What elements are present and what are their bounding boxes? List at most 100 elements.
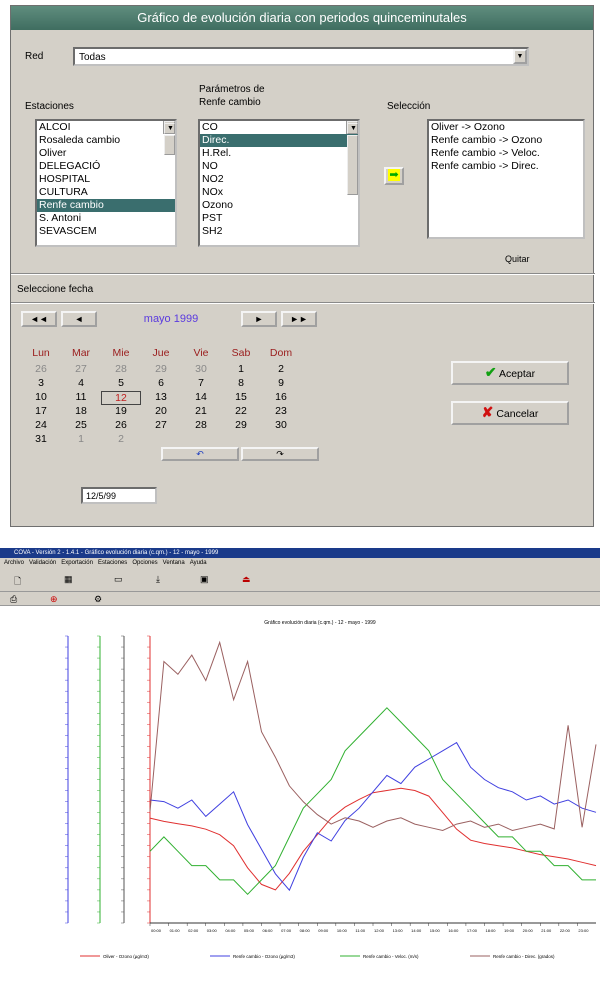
station-item[interactable]: ALCOI — [37, 121, 175, 134]
calendar-day[interactable]: 20 — [141, 405, 181, 417]
parameter-item[interactable]: NO2 — [200, 173, 358, 186]
menu-item[interactable]: Ventana — [163, 560, 185, 566]
calendar-day[interactable]: 2 — [261, 363, 301, 375]
stations-scrollbar[interactable]: ▲ ▼ — [163, 121, 175, 155]
selection-item[interactable]: Renfe cambio -> Ozono — [429, 134, 583, 147]
selection-item[interactable]: Renfe cambio -> Direc. — [429, 160, 583, 173]
calendar-day[interactable]: 28 — [101, 363, 141, 375]
calendar-day[interactable]: 15 — [221, 391, 261, 403]
calendar-day[interactable]: 18 — [61, 405, 101, 417]
prev-month-button[interactable]: ◄ — [61, 311, 97, 327]
calendar-day[interactable]: 6 — [141, 377, 181, 389]
calendar-day[interactable]: 8 — [221, 377, 261, 389]
station-item[interactable]: S. Antoni — [37, 212, 175, 225]
calendar-day[interactable]: 2 — [101, 433, 141, 445]
station-item[interactable]: DELEGACIÓ — [37, 160, 175, 173]
station-item[interactable]: CULTURA — [37, 186, 175, 199]
calendar-day[interactable]: 26 — [21, 363, 61, 375]
calendar-undo-button[interactable]: ↶ — [161, 447, 239, 461]
calendar-day[interactable]: 4 — [61, 377, 101, 389]
calendar-day[interactable]: 12 — [101, 391, 141, 405]
scroll-thumb[interactable] — [164, 135, 175, 155]
calendar-day[interactable]: 11 — [61, 391, 101, 403]
chart-icon[interactable]: ▦ — [64, 574, 73, 585]
calendar-day[interactable]: 28 — [181, 419, 221, 431]
settings-icon[interactable]: ⚙ — [94, 594, 102, 605]
parameter-item[interactable]: CO — [200, 121, 358, 134]
calendar-day[interactable]: 9 — [261, 377, 301, 389]
calendar-day[interactable]: 30 — [261, 419, 301, 431]
menu-item[interactable]: Exportación — [61, 560, 93, 566]
parameter-item[interactable]: PST — [200, 212, 358, 225]
menu-item[interactable]: Estaciones — [98, 560, 127, 566]
calendar-day[interactable]: 29 — [221, 419, 261, 431]
calendar-day[interactable]: 27 — [61, 363, 101, 375]
cancel-button[interactable]: ✘ Cancelar — [451, 401, 569, 425]
calendar-day[interactable]: 21 — [181, 405, 221, 417]
parameter-item[interactable]: H.Rel. — [200, 147, 358, 160]
calendar-day[interactable]: 16 — [261, 391, 301, 403]
parameter-item[interactable]: Ozono — [200, 199, 358, 212]
scroll-thumb[interactable] — [347, 135, 358, 195]
selection-item[interactable]: Oliver -> Ozono — [429, 121, 583, 134]
red-select[interactable]: Todas ▼ — [73, 47, 529, 66]
parameter-item[interactable]: NOx — [200, 186, 358, 199]
date-field[interactable]: 12/5/99 — [81, 487, 157, 504]
parameter-item[interactable]: SH2 — [200, 225, 358, 238]
scroll-down-icon[interactable]: ▼ — [347, 123, 358, 134]
calendar-day[interactable]: 27 — [141, 419, 181, 431]
calendar-redo-button[interactable]: ↷ — [241, 447, 319, 461]
zoom-icon[interactable]: ⊕ — [50, 594, 58, 605]
calendar-day[interactable]: 31 — [21, 433, 61, 445]
chevron-down-icon[interactable]: ▼ — [513, 49, 527, 64]
station-item[interactable]: Renfe cambio — [37, 199, 175, 212]
selection-item[interactable]: Renfe cambio -> Veloc. — [429, 147, 583, 160]
station-item[interactable]: HOSPITAL — [37, 173, 175, 186]
series-line — [149, 741, 597, 892]
calendar-day[interactable]: 3 — [21, 377, 61, 389]
parameter-item[interactable]: NO — [200, 160, 358, 173]
selection-listbox[interactable]: Oliver -> Ozono Renfe cambio -> Ozono Renf… — [427, 119, 585, 239]
station-item[interactable]: SEVASCEM — [37, 225, 175, 238]
calendar-day[interactable]: 13 — [141, 391, 181, 403]
menu-item[interactable]: Opciones — [132, 560, 157, 566]
calendar-day[interactable]: 10 — [21, 391, 61, 403]
accept-button[interactable]: ✔ Aceptar — [451, 361, 569, 385]
calendar-day[interactable]: 5 — [101, 377, 141, 389]
station-item[interactable]: Rosaleda cambio — [37, 134, 175, 147]
calendar-day[interactable]: 1 — [61, 433, 101, 445]
window-icon[interactable]: ▭ — [114, 574, 123, 585]
stations-listbox[interactable]: ALCOI Rosaleda cambio Oliver DELEGACIÓ HOSPI… — [35, 119, 177, 247]
station-item[interactable]: Oliver — [37, 147, 175, 160]
parameters-scrollbar[interactable]: ▲ ▼ — [346, 121, 358, 195]
parameter-item[interactable]: Direc. — [200, 134, 358, 147]
exit-icon[interactable]: ⏏ — [242, 574, 251, 585]
save-icon[interactable]: ▣ — [200, 574, 209, 585]
menu-item[interactable]: Validación — [29, 560, 56, 566]
calendar-day[interactable]: 26 — [101, 419, 141, 431]
calendar-day[interactable]: 29 — [141, 363, 181, 375]
print-icon[interactable]: ⎙ — [10, 594, 17, 605]
scroll-down-icon[interactable]: ▼ — [164, 123, 175, 134]
calendar-day[interactable]: 19 — [101, 405, 141, 417]
menu-item[interactable]: Ayuda — [190, 560, 207, 566]
calendar-day[interactable]: 25 — [61, 419, 101, 431]
stations-label: Estaciones — [25, 101, 74, 112]
parameters-listbox[interactable]: CODirec.H.Rel.NONO2NOxOzonoPSTSH2 ▲ ▼ — [198, 119, 360, 247]
calendar-day[interactable]: 17 — [21, 405, 61, 417]
new-icon[interactable]: 🗋 — [14, 574, 21, 590]
add-arrow-button[interactable]: ➡ — [384, 167, 404, 185]
calendar-day[interactable]: 14 — [181, 391, 221, 403]
calendar-day[interactable]: 30 — [181, 363, 221, 375]
next-month-button[interactable]: ► — [241, 311, 277, 327]
calendar-day[interactable]: 7 — [181, 377, 221, 389]
next-year-button[interactable]: ►► — [281, 311, 317, 327]
calendar-day[interactable]: 24 — [21, 419, 61, 431]
calendar-day[interactable]: 1 — [221, 363, 261, 375]
calendar-day[interactable]: 22 — [221, 405, 261, 417]
calendar-day[interactable]: 23 — [261, 405, 301, 417]
export-icon[interactable]: ⤓ — [156, 574, 160, 585]
prev-year-button[interactable]: ◄◄ — [21, 311, 57, 327]
menu-item[interactable]: Archivo — [4, 560, 24, 566]
remove-button[interactable]: Quitar — [505, 254, 530, 264]
